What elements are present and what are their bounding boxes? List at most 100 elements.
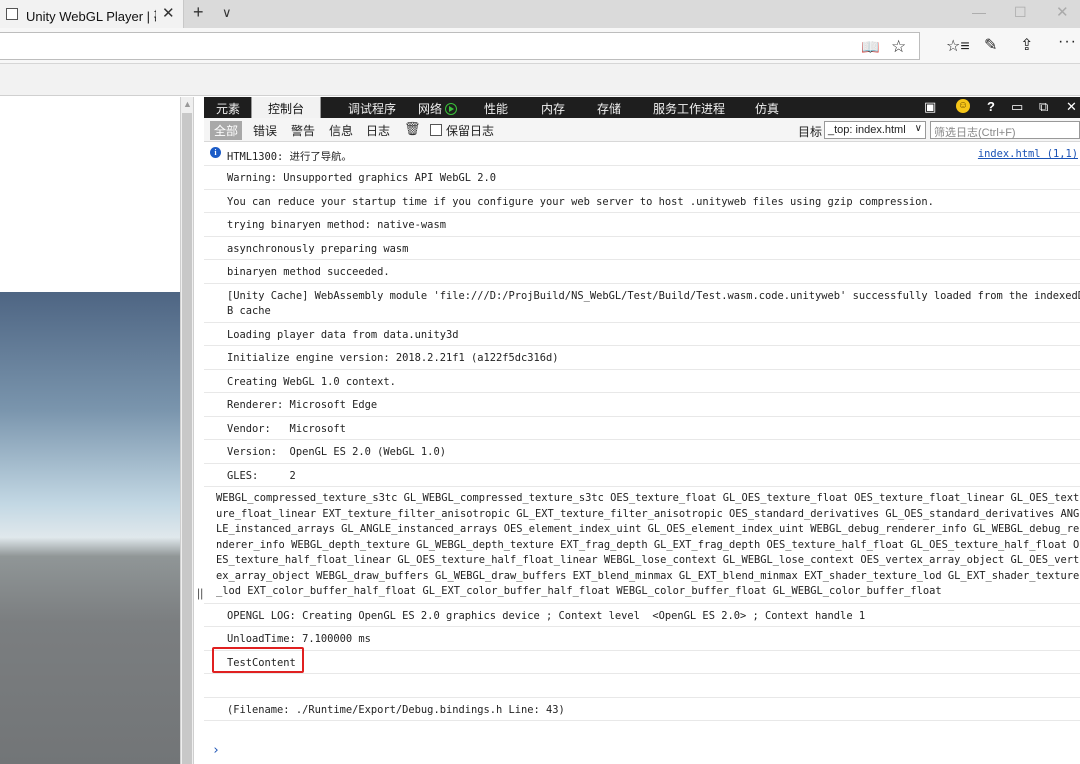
unity-webgl-canvas[interactable] [0, 292, 180, 764]
console-message: (Filename: ./Runtime/Export/Debug.bindin… [204, 698, 1080, 721]
console-message: Warning: Unsupported graphics API WebGL … [204, 166, 1080, 190]
console-message-text: OPENGL LOG: Creating OpenGL ES 2.0 graph… [227, 610, 866, 622]
tab-console[interactable]: 控制台 [251, 97, 321, 118]
console-message: UnloadTime: 7.100000 ms [204, 627, 1080, 651]
browser-tab[interactable]: Unity WebGL Player | 勘 ✕ [0, 0, 184, 28]
tab-list-chevron-icon[interactable]: ∨ [222, 5, 232, 21]
filter-warnings[interactable]: 警告 [291, 122, 315, 139]
share-icon[interactable]: ⇪ [1020, 35, 1033, 55]
console-message-text: Creating WebGL 1.0 context. [227, 376, 396, 388]
highlight-box [212, 647, 304, 673]
console-output: i HTML1300: 进行了导航。 index.html (1,1) Warn… [204, 143, 1080, 743]
webgl-extensions-text: WEBGL_compressed_texture_s3tc GL_WEBGL_c… [216, 492, 1080, 597]
tab-debugger[interactable]: 调试程序 [348, 100, 396, 117]
close-tab-icon[interactable]: ✕ [162, 4, 175, 22]
console-message-extensions: WEBGL_compressed_texture_s3tc GL_WEBGL_c… [204, 487, 1080, 604]
console-message: trying binaryen method: native-wasm [204, 213, 1080, 237]
console-message: GLES: 2 [204, 464, 1080, 487]
browser-tab-strip: Unity WebGL Player | 勘 ✕ + ∨ — ☐ ✕ [0, 0, 1080, 28]
console-message-text: asynchronously preparing wasm [227, 243, 409, 255]
console-message-text: Loading player data from data.unity3d [227, 329, 459, 341]
maximize-window-button[interactable]: ☐ [1014, 4, 1027, 21]
close-window-button[interactable]: ✕ [1056, 3, 1069, 21]
console-message-navigation: i HTML1300: 进行了导航。 index.html (1,1) [204, 143, 1080, 166]
devtools-panel: 元素 控制台 调试程序 网络 性能 内存 存储 服务工作进程 仿真 ▣ ☺ ? … [204, 97, 1080, 764]
scrollbar-thumb[interactable] [182, 113, 192, 764]
console-message-text: binaryen method succeeded. [227, 266, 390, 278]
console-message-text: Warning: Unsupported graphics API WebGL … [227, 172, 496, 184]
undock-icon[interactable]: ⧉ [1039, 99, 1048, 115]
filter-logs[interactable]: 日志 [366, 122, 390, 139]
tab-service-workers[interactable]: 服务工作进程 [653, 100, 725, 117]
console-message: Creating WebGL 1.0 context. [204, 370, 1080, 393]
tab-performance[interactable]: 性能 [484, 100, 508, 117]
console-message: Initialize engine version: 2018.2.21f1 (… [204, 346, 1080, 370]
console-filter-toolbar: 全部 错误 警告 信息 日志 🗑 保留日志 目标 _top: index.htm… [204, 118, 1080, 142]
console-message: Vendor: Microsoft [204, 417, 1080, 440]
console-message-text: You can reduce your startup time if you … [227, 196, 934, 208]
preserve-log-checkbox[interactable] [430, 124, 442, 136]
minimize-window-button[interactable]: — [972, 4, 986, 20]
web-notes-icon[interactable]: ✎ [984, 35, 997, 55]
console-message: OPENGL LOG: Creating OpenGL ES 2.0 graph… [204, 604, 1080, 627]
console-message-text: Renderer: Microsoft Edge [227, 399, 378, 411]
favorites-hub-icon[interactable]: ☆≡ [946, 36, 970, 56]
tab-network[interactable]: 网络 [418, 100, 458, 117]
target-label: 目标 [798, 125, 823, 139]
info-icon: i [210, 147, 221, 158]
page-icon [6, 8, 18, 20]
console-message-text: (Filename: ./Runtime/Export/Debug.bindin… [227, 704, 565, 716]
console-message-text: UnloadTime: 7.100000 ms [227, 633, 371, 645]
console-message-text: trying binaryen method: native-wasm [227, 219, 446, 231]
console-message-text: HTML1300: 进行了导航。 [227, 151, 352, 163]
clear-console-trash-icon[interactable]: 🗑 [404, 121, 421, 137]
scroll-up-arrow-icon[interactable]: ▲ [183, 99, 192, 109]
console-message-text: Vendor: Microsoft [227, 423, 346, 435]
favorites-bar [0, 64, 1080, 96]
tab-network-label: 网络 [418, 102, 443, 116]
add-favorite-icon[interactable]: ☆ [891, 37, 906, 57]
feedback-smiley-icon[interactable]: ☺ [956, 99, 970, 113]
more-menu-icon[interactable]: ··· [1058, 33, 1077, 51]
console-message: [Unity Cache] WebAssembly module 'file:/… [204, 284, 1080, 323]
dock-icon[interactable]: ▭ [1011, 99, 1023, 115]
tab-storage[interactable]: 存储 [597, 100, 621, 117]
source-link[interactable]: index.html (1,1) [978, 148, 1078, 160]
console-message: Loading player data from data.unity3d [204, 323, 1080, 346]
reading-view-icon[interactable]: 📖 [861, 38, 880, 56]
devtools-resize-grip[interactable]: || [197, 586, 203, 600]
tab-memory[interactable]: 内存 [541, 100, 565, 117]
console-message-text: [Unity Cache] WebAssembly module 'file:/… [227, 290, 1080, 317]
help-icon[interactable]: ? [987, 99, 995, 114]
devtools-tab-bar: 元素 控制台 调试程序 网络 性能 内存 存储 服务工作进程 仿真 ▣ ☺ ? … [204, 97, 1080, 118]
browser-toolbar: 📖 ☆ ☆≡ ✎ ⇪ ··· [0, 28, 1080, 64]
filter-all[interactable]: 全部 [210, 121, 243, 140]
target-select-value: _top: index.html [828, 124, 906, 136]
tab-title: Unity WebGL Player | 勘 [26, 9, 156, 24]
address-bar[interactable]: 📖 ☆ [0, 32, 920, 60]
console-filter-input[interactable]: 筛选日志(Ctrl+F) [930, 121, 1080, 139]
console-message-empty [204, 674, 1080, 698]
console-message-text: GLES: 2 [227, 470, 296, 482]
tab-elements[interactable]: 元素 [216, 100, 240, 117]
console-message: Renderer: Microsoft Edge [204, 393, 1080, 417]
chevron-down-icon: ∨ [914, 123, 922, 134]
target-select[interactable]: _top: index.html ∨ [824, 121, 926, 139]
console-drawer-icon[interactable]: ▣ [924, 99, 936, 115]
tab-emulation[interactable]: 仿真 [755, 100, 779, 117]
console-message-text: Version: OpenGL ES 2.0 (WebGL 1.0) [227, 446, 446, 458]
filter-errors[interactable]: 错误 [253, 122, 277, 139]
console-message-text: Initialize engine version: 2018.2.21f1 (… [227, 352, 559, 364]
preserve-log-label: 保留日志 [446, 124, 495, 138]
network-recording-icon [445, 103, 458, 115]
console-input-prompt[interactable]: › [212, 743, 220, 758]
console-message: binaryen method succeeded. [204, 260, 1080, 284]
console-message: asynchronously preparing wasm [204, 237, 1080, 260]
filter-info[interactable]: 信息 [329, 122, 353, 139]
new-tab-button[interactable]: + [193, 2, 204, 23]
console-message: Version: OpenGL ES 2.0 (WebGL 1.0) [204, 440, 1080, 464]
console-message: You can reduce your startup time if you … [204, 190, 1080, 213]
page-viewport [0, 97, 180, 764]
console-message-testcontent: TestContent [204, 651, 1080, 674]
close-devtools-icon[interactable]: ✕ [1066, 99, 1077, 115]
